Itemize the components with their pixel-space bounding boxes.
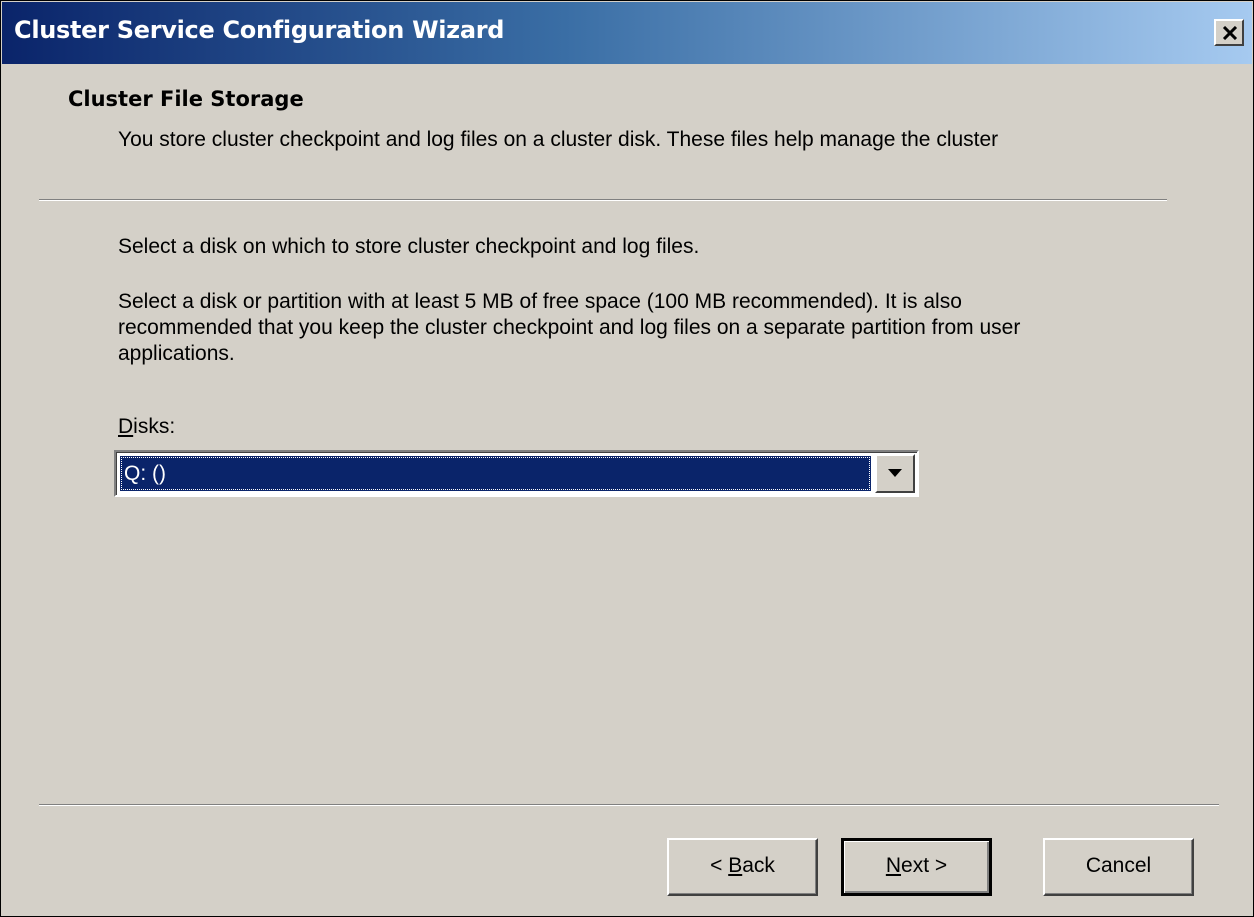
- page-title: Cluster File Storage: [68, 87, 304, 111]
- close-button[interactable]: [1214, 19, 1244, 46]
- close-icon: [1222, 26, 1238, 40]
- disks-selected-value[interactable]: Q: (): [120, 456, 871, 491]
- footer-divider: [39, 804, 1219, 806]
- title-bar[interactable]: Cluster Service Configuration Wizard: [2, 2, 1252, 64]
- back-button[interactable]: < Back: [667, 838, 818, 896]
- next-mnemonic: N: [885, 854, 902, 877]
- disks-label: Disks:: [118, 415, 175, 439]
- disks-label-rest: isks:: [133, 415, 176, 438]
- header-divider: [39, 199, 1167, 201]
- wizard-window: Cluster Service Configuration Wizard Clu…: [0, 0, 1254, 917]
- back-prefix: <: [710, 854, 729, 877]
- instruction-text: Select a disk on which to store cluster …: [118, 235, 700, 258]
- disks-dropdown[interactable]: Q: (): [114, 450, 919, 497]
- window-title: Cluster Service Configuration Wizard: [14, 16, 505, 44]
- disks-label-mnemonic: D: [118, 415, 134, 438]
- chevron-down-icon: [888, 469, 902, 477]
- next-rest: ext >: [901, 854, 948, 877]
- page-description: You store cluster checkpoint and log fil…: [118, 128, 999, 151]
- cancel-button[interactable]: Cancel: [1043, 838, 1194, 896]
- dropdown-button[interactable]: [875, 454, 915, 493]
- next-button[interactable]: Next >: [841, 838, 992, 896]
- back-mnemonic: B: [728, 854, 743, 877]
- back-rest: ack: [742, 854, 775, 877]
- recommendation-text: Select a disk or partition with at least…: [118, 290, 1021, 365]
